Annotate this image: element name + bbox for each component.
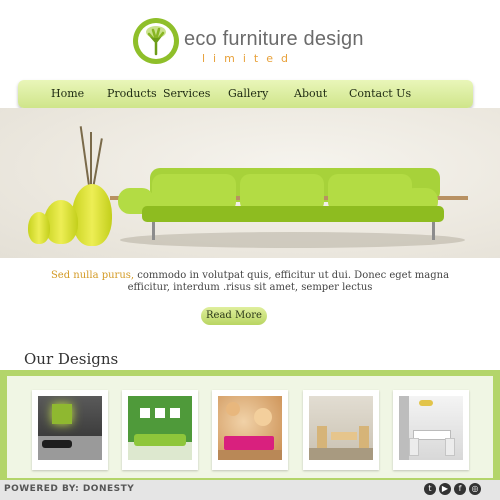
design-thumbnail[interactable] <box>122 390 198 470</box>
nav-services[interactable]: Services <box>163 87 210 100</box>
nav-gallery[interactable]: Gallery <box>228 87 268 100</box>
read-more-button[interactable]: Read More <box>201 307 267 325</box>
yellow-vase <box>28 212 50 244</box>
brand-logo[interactable]: eco furniture design limited <box>0 8 500 70</box>
dry-stem <box>79 126 91 188</box>
nav-products[interactable]: Products <box>107 87 157 100</box>
sofa-leg <box>152 222 155 240</box>
design-thumbnail[interactable] <box>32 390 108 470</box>
sofa-leg <box>432 222 435 240</box>
designs-section <box>0 370 500 484</box>
powered-by[interactable]: POWERED BY: DONESTY <box>4 484 134 494</box>
design-thumbnail[interactable] <box>393 390 469 470</box>
design-image <box>38 396 102 460</box>
twitter-icon[interactable]: t <box>424 483 436 495</box>
designs-heading: Our Designs <box>24 350 119 368</box>
sofa-seat <box>142 206 444 222</box>
brand-title: eco furniture design <box>184 28 364 50</box>
design-thumbnail[interactable] <box>212 390 288 470</box>
youtube-icon[interactable]: ▶ <box>439 483 451 495</box>
dry-stem <box>90 132 92 192</box>
nav-home[interactable]: Home <box>51 87 84 100</box>
yellow-vase <box>72 184 112 246</box>
intro-text: Sed nulla purus, commodo in volutpat qui… <box>40 270 460 294</box>
hero-image-green-sofa <box>0 108 500 258</box>
intro-lead: Sed nulla purus, <box>50 270 135 281</box>
design-image <box>128 396 192 460</box>
designs-gallery <box>7 376 493 478</box>
intro-body: commodo in volutpat quis, efficitur ut d… <box>127 270 450 293</box>
nav-contact-us[interactable]: Contact Us <box>349 87 411 100</box>
instagram-icon[interactable]: ◎ <box>469 483 481 495</box>
design-image <box>399 396 463 460</box>
sofa-shadow <box>120 232 465 248</box>
design-image <box>218 396 282 460</box>
design-thumbnail[interactable] <box>303 390 379 470</box>
facebook-icon[interactable]: f <box>454 483 466 495</box>
nav-about[interactable]: About <box>294 87 327 100</box>
design-image <box>309 396 373 460</box>
tree-logo-icon <box>133 18 179 64</box>
footer: POWERED BY: DONESTY t ▶ f ◎ <box>0 480 500 500</box>
main-nav: Home Products Services Gallery About Con… <box>18 80 473 108</box>
brand-subtitle: limited <box>202 52 296 65</box>
